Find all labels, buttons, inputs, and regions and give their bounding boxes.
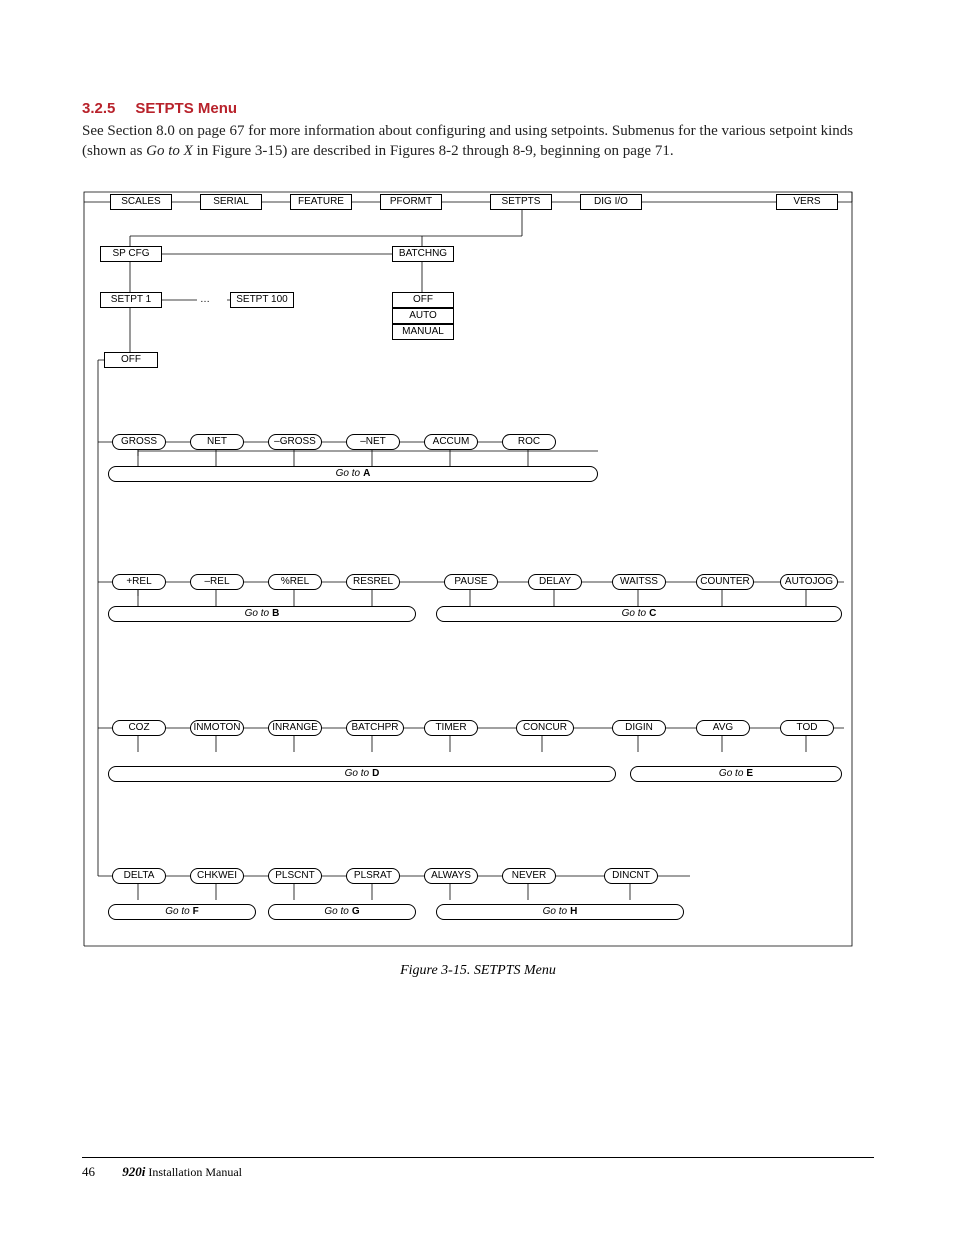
setpt-ellipsis: … — [200, 294, 210, 305]
goto-d-letter: D — [372, 768, 379, 779]
opt-waitss: WAITSS — [612, 574, 666, 590]
section-heading: 3.2.5 SETPTS Menu — [82, 100, 874, 117]
menu-setpt1: SETPT 1 — [100, 292, 162, 308]
heading-title: SETPTS Menu — [135, 100, 237, 117]
opt-roc: ROC — [502, 434, 556, 450]
goto-b-letter: B — [272, 608, 279, 619]
batch-auto: AUTO — [392, 308, 454, 324]
opt-gross: GROSS — [112, 434, 166, 450]
opt-delta: DELTA — [112, 868, 166, 884]
opt-tod: TOD — [780, 720, 834, 736]
opt-posrel: +REL — [112, 574, 166, 590]
opt-chkwei: CHKWEI — [190, 868, 244, 884]
opt-pctrel: %REL — [268, 574, 322, 590]
menu-pformt: PFORMT — [380, 194, 442, 210]
opt-concur: CONCUR — [516, 720, 574, 736]
goto-b-pre: Go to — [245, 608, 269, 619]
opt-accum: ACCUM — [424, 434, 478, 450]
heading-number: 3.2.5 — [82, 100, 115, 117]
goto-f-pre: Go to — [165, 906, 189, 917]
opt-pause: PAUSE — [444, 574, 498, 590]
goto-c-letter: C — [649, 608, 656, 619]
menu-scales: SCALES — [110, 194, 172, 210]
goto-b: Go to B — [108, 606, 416, 622]
batch-manual: MANUAL — [392, 324, 454, 340]
opt-dincnt: DINCNT — [604, 868, 658, 884]
goto-e-letter: E — [746, 768, 753, 779]
opt-neggross: –GROSS — [268, 434, 322, 450]
opt-plsrat: PLSRAT — [346, 868, 400, 884]
goto-c: Go to C — [436, 606, 842, 622]
goto-g-pre: Go to — [324, 906, 348, 917]
menu-tree-diagram: SCALES SERIAL FEATURE PFORMT SETPTS DIG … — [82, 176, 854, 951]
goto-d: Go to D — [108, 766, 616, 782]
opt-batchpr: BATCHPR — [346, 720, 404, 736]
menu-feature: FEATURE — [290, 194, 352, 210]
goto-h-pre: Go to — [543, 906, 567, 917]
opt-digin: DIGIN — [612, 720, 666, 736]
lead-paragraph: See Section 8.0 on page 67 for more info… — [82, 121, 874, 162]
goto-e-pre: Go to — [719, 768, 743, 779]
opt-never: NEVER — [502, 868, 556, 884]
goto-f-letter: F — [193, 906, 199, 917]
goto-x-text: Go to X — [146, 143, 193, 159]
opt-autojog: AUTOJOG — [780, 574, 838, 590]
menu-batchng: BATCHNG — [392, 246, 454, 262]
goto-a-pre: Go to — [336, 468, 360, 479]
batch-off: OFF — [392, 292, 454, 308]
goto-g-letter: G — [352, 906, 360, 917]
menu-vers: VERS — [776, 194, 838, 210]
opt-avg: AVG — [696, 720, 750, 736]
menu-digio: DIG I/O — [580, 194, 642, 210]
book-title-italic: 920i — [122, 1164, 145, 1179]
page-footer: 46 920i Installation Manual — [82, 1157, 874, 1180]
goto-a-letter: A — [363, 468, 370, 479]
goto-e: Go to E — [630, 766, 842, 782]
goto-f: Go to F — [108, 904, 256, 920]
opt-inrange: INRANGE — [268, 720, 322, 736]
goto-c-pre: Go to — [622, 608, 646, 619]
goto-d-pre: Go to — [345, 768, 369, 779]
lead-text-2: in Figure 3-15) are described in Figures… — [193, 143, 674, 159]
opt-resrel: RESREL — [346, 574, 400, 590]
opt-delay: DELAY — [528, 574, 582, 590]
setpt-off: OFF — [104, 352, 158, 368]
opt-counter: COUNTER — [696, 574, 754, 590]
opt-negrel: –REL — [190, 574, 244, 590]
page-number: 46 — [82, 1164, 95, 1180]
opt-plscnt: PLSCNT — [268, 868, 322, 884]
book-title-rest: Installation Manual — [145, 1165, 242, 1179]
opt-coz: COZ — [112, 720, 166, 736]
goto-h: Go to H — [436, 904, 684, 920]
opt-inmoton: INMOTON — [190, 720, 244, 736]
goto-h-letter: H — [570, 906, 577, 917]
menu-setpts: SETPTS — [490, 194, 552, 210]
opt-net: NET — [190, 434, 244, 450]
goto-g: Go to G — [268, 904, 416, 920]
opt-timer: TIMER — [424, 720, 478, 736]
menu-setpt100: SETPT 100 — [230, 292, 294, 308]
opt-always: ALWAYS — [424, 868, 478, 884]
figure-caption: Figure 3-15. SETPTS Menu — [82, 963, 874, 979]
menu-serial: SERIAL — [200, 194, 262, 210]
goto-a: Go to A — [108, 466, 598, 482]
opt-negnet: –NET — [346, 434, 400, 450]
menu-spcfg: SP CFG — [100, 246, 162, 262]
